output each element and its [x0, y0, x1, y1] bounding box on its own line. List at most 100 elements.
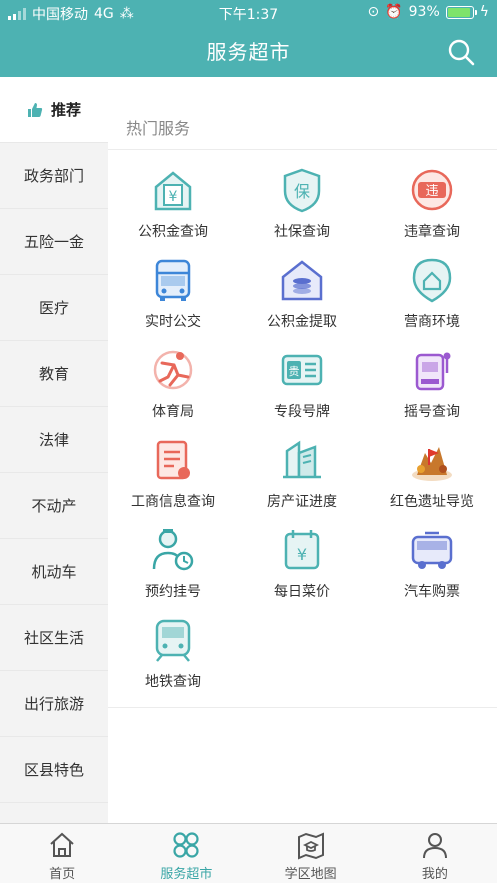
service-label: 违章查询	[404, 224, 460, 240]
tab-label: 我的	[421, 867, 448, 882]
tab-label: 服务超市	[160, 867, 213, 882]
sidebar-item-label: 社区生活	[23, 629, 84, 647]
service-label: 专段号牌	[274, 404, 330, 420]
sidebar-item[interactable]: 不动产	[0, 473, 108, 539]
tab-label: 首页	[49, 867, 76, 882]
tab-item[interactable]: 学区地图	[249, 824, 373, 883]
coach-ticket-icon	[411, 531, 453, 569]
service-tile[interactable]: 汽车购票	[367, 525, 497, 613]
service-tile[interactable]: 地铁查询	[108, 615, 238, 703]
license-plate-icon: 贵	[281, 354, 323, 386]
svg-text:违: 违	[425, 184, 438, 199]
page-title: 服务超市	[206, 40, 291, 64]
sidebar-item-label: 政务部门	[23, 167, 84, 185]
search-icon[interactable]	[447, 38, 475, 66]
sidebar-item[interactable]: 政务部门	[0, 143, 108, 209]
rotation-lock-icon: ⊙	[367, 4, 380, 20]
tab-item[interactable]: 服务超市	[124, 824, 248, 883]
home-icon	[50, 832, 74, 857]
sidebar-item[interactable]: 推荐	[0, 77, 108, 143]
social-security-icon: 保	[283, 168, 321, 213]
service-label: 摇号查询	[404, 404, 460, 420]
service-tile[interactable]: 摇号查询	[367, 345, 497, 433]
profile-icon	[422, 833, 447, 859]
sidebar-item-label: 区县特色	[23, 761, 84, 779]
tab-item[interactable]: 首页	[0, 824, 124, 883]
sidebar-item-label: 法律	[38, 431, 69, 449]
svg-text:保: 保	[294, 182, 310, 201]
appointment-icon	[152, 529, 194, 571]
service-tile[interactable]: 营商环境	[367, 255, 497, 343]
sidebar-item[interactable]: 出行旅游	[0, 671, 108, 737]
category-sidebar: 推荐政务部门五险一金医疗教育法律不动产机动车社区生活出行旅游区县特色	[0, 77, 108, 823]
sidebar-item[interactable]: 教育	[0, 341, 108, 407]
sidebar-item-label: 不动产	[31, 497, 77, 515]
service-label: 汽车购票	[404, 584, 460, 600]
divider	[108, 149, 497, 150]
sidebar-item[interactable]: 机动车	[0, 539, 108, 605]
business-info-icon	[156, 440, 190, 480]
charging-icon: ϟ	[479, 4, 489, 20]
service-tile[interactable]: 贵专段号牌	[237, 345, 367, 433]
sidebar-item[interactable]: 区县特色	[0, 737, 108, 803]
service-tile[interactable]: 预约挂号	[108, 525, 238, 613]
sidebar-item-label: 推荐	[50, 101, 81, 119]
housing-fund-icon: ¥	[154, 171, 192, 211]
service-tile[interactable]: 工商信息查询	[108, 435, 238, 523]
service-label: 营商环境	[404, 314, 460, 330]
service-label: 房产证进度	[267, 494, 337, 510]
service-tile[interactable]: 公积金提取	[237, 255, 367, 343]
service-tile[interactable]: 体育局	[108, 345, 238, 433]
bus-icon	[155, 259, 191, 301]
service-tile[interactable]: 房产证进度	[237, 435, 367, 523]
service-label: 社保查询	[274, 224, 330, 240]
sidebar-item-label: 医疗	[38, 299, 69, 317]
battery-percent: 93%	[408, 4, 440, 20]
sidebar-item[interactable]: 医疗	[0, 275, 108, 341]
service-content: 热门服务 ¥ 公积金查询保社保查询违违章查询 实时公交 公积金提取 营商环境 体育局贵专段…	[108, 77, 497, 823]
sidebar-item-label: 出行旅游	[23, 695, 84, 713]
lottery-icon	[415, 352, 451, 391]
sidebar-item-label: 机动车	[31, 563, 77, 581]
svg-text:¥: ¥	[297, 545, 307, 564]
sidebar-item[interactable]: 社区生活	[0, 605, 108, 671]
tab-item[interactable]: 我的	[373, 824, 497, 883]
thumbs-up-icon	[27, 102, 43, 117]
sports-icon	[153, 350, 193, 390]
service-label: 体育局	[152, 404, 194, 420]
sidebar-item[interactable]: 法律	[0, 407, 108, 473]
battery-icon	[445, 5, 477, 19]
service-tile[interactable]: 实时公交	[108, 255, 238, 343]
metro-icon	[155, 619, 191, 662]
top-header: 中国移动 4G ⁂ 下午1:37 ⊙ ⏰ 93% ϟ 服务超市	[0, 0, 497, 77]
service-tile[interactable]: ¥ 每日菜价	[237, 525, 367, 613]
sidebar-item-label: 教育	[38, 365, 69, 383]
service-tile[interactable]: 红色遗址导览	[367, 435, 497, 523]
service-tile[interactable]: ¥ 公积金查询	[108, 165, 238, 253]
svg-text:¥: ¥	[169, 189, 178, 205]
service-label: 红色遗址导览	[390, 494, 474, 510]
status-bar: 中国移动 4G ⁂ 下午1:37 ⊙ ⏰ 93% ϟ	[0, 0, 497, 26]
service-label: 公积金查询	[138, 224, 208, 240]
business-env-icon	[412, 258, 452, 303]
tab-label: 学区地图	[284, 867, 337, 882]
status-time: 下午1:37	[218, 7, 279, 23]
service-label: 工商信息查询	[131, 494, 215, 510]
veg-price-icon: ¥	[284, 530, 320, 570]
alarm-icon: ⏰	[385, 4, 403, 20]
service-tile[interactable]: 违违章查询	[367, 165, 497, 253]
svg-text:贵: 贵	[289, 365, 300, 378]
service-market-icon	[173, 832, 199, 858]
service-label: 实时公交	[145, 314, 201, 330]
service-label: 预约挂号	[145, 584, 201, 600]
violation-icon: 违	[411, 169, 453, 211]
service-tile[interactable]: 保社保查询	[237, 165, 367, 253]
tab-bar: 首页 服务超市 学区地图 我的	[0, 823, 497, 883]
sidebar-item[interactable]: 五险一金	[0, 209, 108, 275]
fund-withdraw-icon	[281, 260, 323, 301]
service-label: 公积金提取	[267, 314, 337, 330]
service-label: 地铁查询	[145, 674, 201, 690]
school-map-icon	[297, 832, 324, 860]
section-title: 热门服务	[126, 119, 191, 138]
property-cert-icon	[283, 440, 321, 479]
